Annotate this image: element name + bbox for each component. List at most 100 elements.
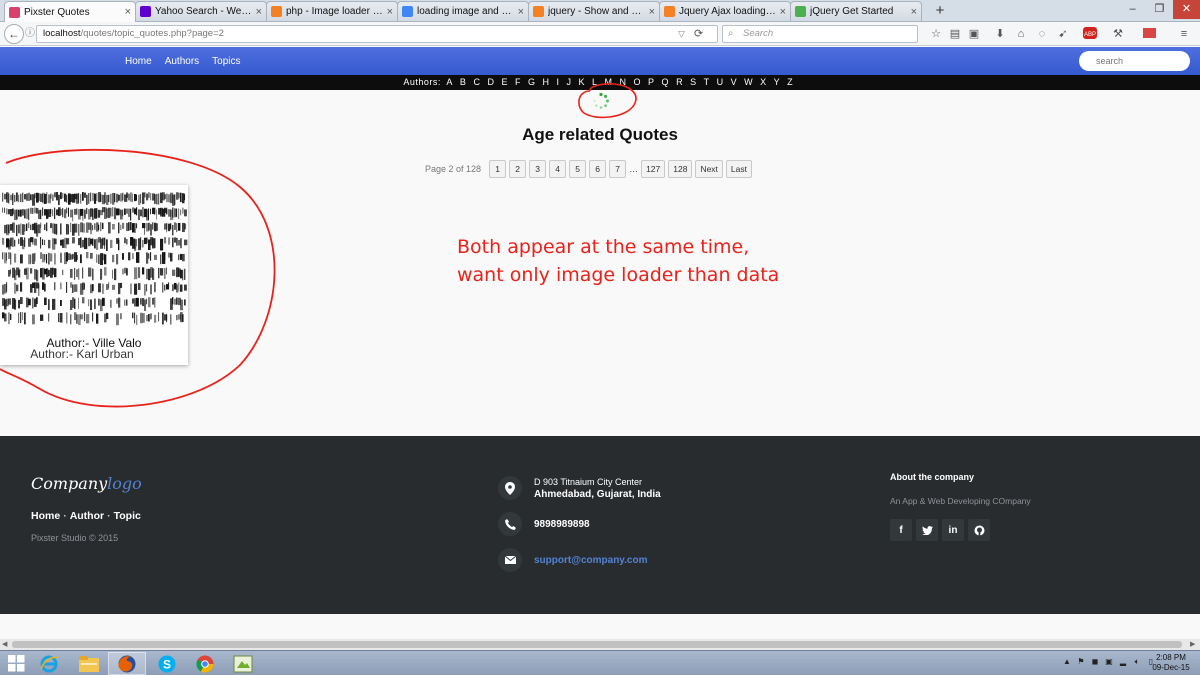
page-button[interactable]: 127 [641,159,666,178]
page-button[interactable]: 128 [668,159,693,178]
author-letter-link[interactable]: O [634,77,642,87]
author-letter-link[interactable]: T [704,77,710,87]
tray-chevron-icon[interactable]: ▲ [1062,656,1072,668]
author-letter-link[interactable]: K [578,77,585,87]
firefox-icon[interactable] [108,652,146,675]
author-letter-link[interactable]: D [487,77,494,87]
new-tab-button[interactable]: + [932,2,948,19]
url-dropdown-icon[interactable]: ▽ [678,25,685,43]
author-letter-link[interactable]: V [731,77,738,87]
author-letter-link[interactable]: X [760,77,767,87]
nav-link-authors[interactable]: Authors [165,56,199,67]
close-tab-icon[interactable]: × [125,6,131,18]
site-search-input[interactable] [1079,51,1190,71]
footer-link-topic[interactable]: Topic [114,510,141,522]
tool-icon[interactable]: ➹ [1055,26,1071,42]
browser-search-field[interactable]: ⌕ Search [722,25,918,43]
close-tab-icon[interactable]: × [518,6,524,18]
internet-explorer-icon[interactable] [30,652,68,675]
author-letter-link[interactable]: S [690,77,697,87]
bookmark-star-icon[interactable]: ☆ [928,26,944,42]
adblock-icon[interactable]: ABP [1080,26,1102,42]
email-link[interactable]: support@company.com [534,555,647,566]
close-tab-icon[interactable]: × [911,6,917,18]
maximize-button[interactable]: ❐ [1146,0,1173,19]
page-button[interactable]: 3 [529,159,547,178]
close-tab-icon[interactable]: × [649,6,655,18]
browser-tab[interactable]: loading image and data a...× [397,1,529,21]
footer-link-author[interactable]: Author [70,510,104,522]
close-tab-icon[interactable]: × [387,6,393,18]
author-letter-link[interactable]: N [620,77,627,87]
author-letter-link[interactable]: I [556,77,559,87]
chat-icon[interactable]: ◌ [1034,26,1050,42]
tray-flag-icon[interactable]: ⚑ [1076,656,1086,668]
page-button[interactable]: 1 [489,159,507,178]
author-letter-link[interactable]: B [460,77,467,87]
reading-list-icon[interactable]: ▤ [947,26,963,42]
browser-tab[interactable]: Yahoo Search - Web Search× [135,1,267,21]
paint-app-icon[interactable] [224,652,262,675]
author-letter-link[interactable]: W [744,77,753,87]
download-icon[interactable]: ⬇ [992,26,1008,42]
briefcase-icon[interactable]: ▣ [966,26,982,42]
linkedin-icon[interactable]: in [942,519,964,541]
scroll-left-icon[interactable]: ◀ [2,639,7,650]
chrome-icon[interactable] [186,652,224,675]
minimize-button[interactable]: – [1119,0,1146,19]
extension-icon[interactable]: ⚒ [1110,26,1126,42]
close-tab-icon[interactable]: × [780,6,786,18]
browser-tab[interactable]: Jquery Ajax loading image...× [659,1,791,21]
menu-icon[interactable]: ≡ [1176,26,1192,42]
author-letter-link[interactable]: A [446,77,453,87]
author-letter-link[interactable]: Z [787,77,793,87]
scrollbar-thumb[interactable] [12,641,1182,648]
browser-tab[interactable]: jQuery Get Started × [790,1,922,21]
home-icon[interactable]: ⌂ [1013,26,1029,42]
back-button[interactable]: ← [4,24,24,44]
next-page-button[interactable]: Next [695,159,723,178]
tray-volume-icon[interactable]: 🔈︎ [1132,656,1142,668]
page-button[interactable]: 4 [549,159,567,178]
page-button[interactable]: 5 [569,159,587,178]
url-bar[interactable]: localhost/quotes/topic_quotes.php?page=2 [36,25,718,43]
skype-icon[interactable]: S [148,652,186,675]
last-page-button[interactable]: Last [725,159,752,178]
taskbar-clock[interactable]: 2:08 PM 09-Dec-15 [1147,653,1195,673]
page-button[interactable]: 7 [609,159,627,178]
windows-start-icon[interactable] [8,655,25,672]
github-icon[interactable] [968,519,990,541]
author-letter-link[interactable]: C [473,77,480,87]
scroll-right-icon[interactable]: ▶ [1190,639,1195,650]
page-button[interactable]: 6 [589,159,607,178]
tray-action-center-icon[interactable]: ▣ [1104,656,1114,668]
browser-tab[interactable]: jquery - Show and hide lo...× [528,1,660,21]
author-letter-link[interactable]: G [528,77,536,87]
author-letter-link[interactable]: H [542,77,549,87]
browser-tab[interactable]: php - Image loader in pag...× [266,1,398,21]
file-explorer-icon[interactable] [70,652,108,675]
author-letter-link[interactable]: P [648,77,655,87]
author-letter-link[interactable]: R [676,77,683,87]
nav-link-home[interactable]: Home [125,56,152,67]
author-letter-link[interactable]: U [717,77,724,87]
page-button[interactable]: 2 [509,159,527,178]
reload-icon[interactable]: ⟳ [694,25,703,43]
close-tab-icon[interactable]: × [256,6,262,18]
author-letter-link[interactable]: Y [774,77,781,87]
author-letter-link[interactable]: E [501,77,508,87]
facebook-icon[interactable]: f [890,519,912,541]
browser-tab[interactable]: Pixster Quotes × [4,1,136,22]
extension-red-icon[interactable] [1140,26,1160,42]
author-letter-link[interactable]: J [566,77,571,87]
tray-network-icon[interactable]: ▂ [1118,656,1128,668]
footer-link-home[interactable]: Home [31,510,60,522]
tray-app-icon[interactable]: ◼ [1090,656,1100,668]
close-window-button[interactable]: ✕ [1173,0,1200,19]
author-letter-link[interactable]: Q [662,77,670,87]
nav-link-topics[interactable]: Topics [212,56,240,67]
author-letter-link[interactable]: L [592,77,598,87]
author-letter-link[interactable]: M [605,77,613,87]
author-letter-link[interactable]: F [515,77,521,87]
twitter-icon[interactable] [916,519,938,541]
